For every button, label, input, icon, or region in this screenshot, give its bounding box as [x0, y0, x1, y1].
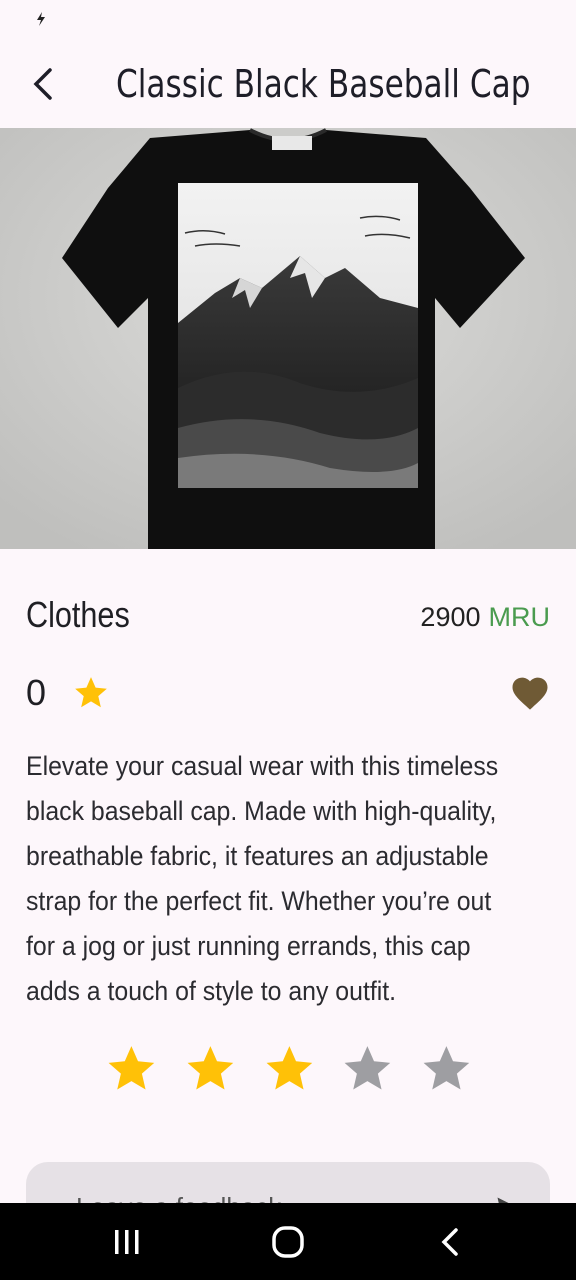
rating-row: 0 — [26, 670, 550, 720]
favorite-heart-icon[interactable] — [510, 674, 550, 712]
app-bar: Classic Black Baseball Cap — [0, 40, 576, 128]
system-back-icon[interactable] — [436, 1225, 464, 1259]
star-icon — [75, 677, 107, 708]
system-nav-bar — [0, 1203, 576, 1280]
recent-apps-icon[interactable] — [112, 1225, 142, 1259]
product-category: Clothes — [26, 594, 130, 635]
category-row: Clothes 2900 MRU — [26, 594, 550, 642]
rating-star-5-icon[interactable] — [419, 1040, 474, 1098]
product-image — [0, 128, 576, 549]
rating-star-4-icon[interactable] — [340, 1040, 395, 1098]
price-block: 2900 MRU — [420, 602, 550, 633]
rating-star-3-icon[interactable] — [262, 1040, 317, 1098]
status-bar — [0, 0, 576, 40]
product-description: Elevate your casual wear with this timel… — [26, 751, 499, 1006]
rating-star-1-icon[interactable] — [104, 1040, 159, 1098]
charging-bolt-icon — [37, 12, 45, 26]
price-currency: MRU — [488, 602, 551, 632]
home-icon[interactable] — [270, 1225, 306, 1259]
back-arrow-icon[interactable] — [28, 62, 68, 106]
rating-count: 0 — [26, 672, 47, 713]
product-price: 2900 — [420, 602, 481, 632]
rating-star-2-icon[interactable] — [183, 1040, 238, 1098]
rating-stars[interactable] — [104, 1040, 474, 1100]
page-title: Classic Black Baseball Cap — [116, 62, 531, 106]
